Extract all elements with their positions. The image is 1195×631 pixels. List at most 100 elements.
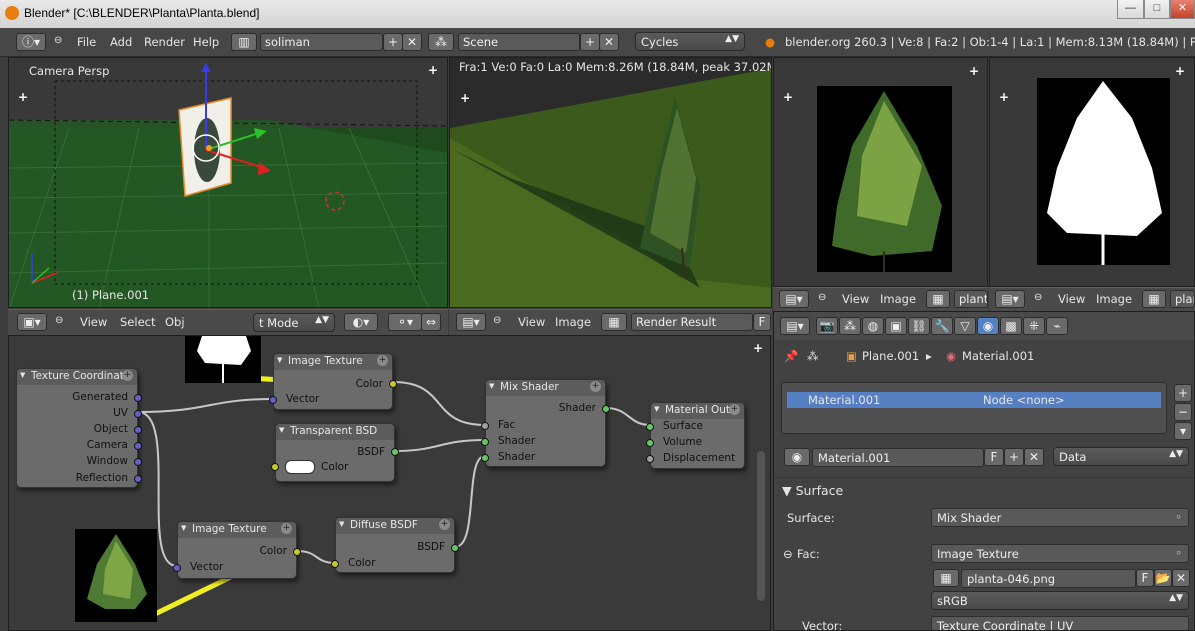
output-socket[interactable] bbox=[134, 426, 142, 434]
input-socket[interactable] bbox=[331, 560, 339, 568]
material-slots-list[interactable]: Material.001 Node <none> bbox=[781, 382, 1167, 434]
split-area-icon[interactable]: + bbox=[460, 92, 470, 104]
node-image-texture-1[interactable]: Image Texture + Color Vector bbox=[269, 353, 397, 410]
image-editor-1[interactable]: + + bbox=[773, 57, 988, 287]
input-socket[interactable] bbox=[173, 564, 181, 572]
material-add-button[interactable]: + bbox=[1004, 448, 1024, 466]
fake-user-button[interactable]: F bbox=[753, 313, 771, 331]
breadcrumb-object[interactable]: Plane.001 bbox=[862, 349, 919, 363]
node-material-output[interactable]: Material Out+ Surface Volume Displacemen… bbox=[646, 402, 745, 469]
image2-name-field[interactable]: plar bbox=[1170, 290, 1195, 308]
input-socket[interactable] bbox=[481, 422, 489, 430]
output-socket[interactable] bbox=[391, 448, 399, 456]
image1-menu-image[interactable]: Image bbox=[880, 292, 916, 306]
collapse-icon[interactable]: ⊖ bbox=[818, 292, 826, 303]
image-fake-user-button[interactable]: F bbox=[1136, 569, 1154, 587]
image-browse-icon[interactable]: ▦ bbox=[601, 313, 627, 331]
split-area-icon[interactable]: + bbox=[783, 91, 793, 103]
output-socket[interactable] bbox=[134, 410, 142, 418]
material-browse-icon[interactable]: ◉ bbox=[784, 448, 810, 466]
slot-menu-button[interactable]: ▾ bbox=[1174, 422, 1192, 440]
split-area-icon[interactable]: + bbox=[969, 65, 979, 77]
scene-icon[interactable]: ⁂ bbox=[428, 33, 454, 51]
node-preview-icon[interactable]: + bbox=[590, 381, 601, 392]
render-tab-icon[interactable]: 📷 bbox=[816, 317, 838, 335]
render-menu-image[interactable]: Image bbox=[555, 315, 591, 329]
screen-layout-icon[interactable]: ▥ bbox=[231, 33, 257, 51]
input-socket[interactable] bbox=[269, 396, 277, 404]
image-browse-icon[interactable]: ▦ bbox=[926, 290, 950, 308]
scene-tab-icon[interactable]: ⁂ bbox=[839, 317, 861, 335]
add-screen-button[interactable]: + bbox=[383, 33, 403, 51]
image-browse-icon[interactable]: ▦ bbox=[933, 569, 959, 587]
menu-add[interactable]: Add bbox=[110, 35, 132, 49]
pin-icon[interactable]: 📌 bbox=[784, 349, 798, 363]
scene-field[interactable]: Scene bbox=[458, 33, 580, 51]
split-area-icon[interactable]: + bbox=[1175, 65, 1185, 77]
input-socket[interactable] bbox=[481, 454, 489, 462]
modifiers-tab-icon[interactable]: 🔧 bbox=[931, 317, 953, 335]
fac-collapse-icon[interactable]: ⊖ bbox=[783, 547, 793, 561]
breadcrumb-material[interactable]: Material.001 bbox=[962, 349, 1034, 363]
mode-select[interactable]: t Mode ▲▼ bbox=[253, 313, 335, 332]
collapse-icon[interactable]: ⊖ bbox=[55, 315, 63, 326]
node-mix-shader[interactable]: Mix Shader + Shader Fac Shader Shader bbox=[481, 379, 610, 467]
render-view[interactable]: Fra:1 Ve:0 Fa:0 La:0 Mem:8.26M (18.84M, … bbox=[449, 57, 772, 308]
output-socket[interactable] bbox=[451, 544, 459, 552]
manipulator-icon[interactable]: ⇔ bbox=[421, 313, 441, 331]
surface-shader-button[interactable]: Mix Shader ◦ bbox=[931, 508, 1189, 527]
render-result-field[interactable]: Render Result bbox=[631, 313, 753, 331]
screen-layout-field[interactable]: soliman bbox=[260, 33, 383, 51]
editor-type-info-icon[interactable]: ⓘ▾ bbox=[16, 33, 46, 51]
input-socket[interactable] bbox=[646, 423, 654, 431]
output-socket[interactable] bbox=[134, 442, 142, 450]
collapse-icon[interactable]: ⊖ bbox=[493, 315, 501, 326]
viewport-menu-object[interactable]: Obj bbox=[165, 315, 185, 329]
editor-type-image-icon[interactable]: ▤▾ bbox=[456, 313, 486, 331]
add-slot-button[interactable]: + bbox=[1174, 384, 1192, 402]
viewport-3d[interactable]: Camera Persp + + (1) Plane.001 bbox=[8, 57, 448, 308]
output-socket[interactable] bbox=[134, 458, 142, 466]
image2-menu-image[interactable]: Image bbox=[1096, 292, 1132, 306]
split-area-icon[interactable]: + bbox=[18, 91, 28, 103]
render-engine-select[interactable]: Cycles ▲▼ bbox=[635, 32, 745, 51]
maximize-button[interactable]: □ bbox=[1144, 0, 1170, 19]
output-socket[interactable] bbox=[134, 475, 142, 483]
input-socket[interactable] bbox=[646, 455, 654, 463]
viewport-menu-select[interactable]: Select bbox=[120, 315, 155, 329]
material-name-field[interactable]: Material.001 bbox=[812, 448, 984, 467]
node-preview-icon[interactable]: + bbox=[377, 355, 388, 366]
image-browse-icon[interactable]: ▦ bbox=[1142, 290, 1166, 308]
particles-tab-icon[interactable]: ⁜ bbox=[1023, 317, 1045, 335]
object-tab-icon[interactable]: ▣ bbox=[885, 317, 907, 335]
texture-tab-icon[interactable]: ▩ bbox=[1000, 317, 1022, 335]
constraints-tab-icon[interactable]: ⛓ bbox=[908, 317, 930, 335]
output-socket[interactable] bbox=[134, 394, 142, 402]
collapse-icon[interactable]: ⊖ bbox=[54, 35, 62, 46]
editor-type-image-icon[interactable]: ▤▾ bbox=[779, 290, 809, 308]
split-area-icon[interactable]: + bbox=[428, 64, 438, 76]
output-socket[interactable] bbox=[389, 380, 397, 388]
world-tab-icon[interactable]: ◍ bbox=[862, 317, 884, 335]
remove-scene-button[interactable]: ✕ bbox=[599, 33, 619, 51]
render-menu-view[interactable]: View bbox=[518, 315, 545, 329]
image1-menu-view[interactable]: View bbox=[842, 292, 869, 306]
material-slot-row[interactable]: Material.001 Node <none> bbox=[787, 392, 1161, 408]
pivot-select-icon[interactable]: ⚬▾ bbox=[388, 313, 422, 331]
menu-file[interactable]: File bbox=[77, 35, 96, 49]
add-scene-button[interactable]: + bbox=[580, 33, 600, 51]
shading-select-icon[interactable]: ◐▾ bbox=[344, 313, 378, 331]
node-editor[interactable]: + Texture Coordinat+ Generated UV Object… bbox=[8, 335, 771, 631]
split-area-icon[interactable]: + bbox=[999, 91, 1009, 103]
surface-panel-toggle[interactable]: ▼ Surface bbox=[782, 483, 843, 498]
color-space-select[interactable]: sRGB ▲▼ bbox=[931, 591, 1189, 610]
node-texture-coordinate[interactable]: Texture Coordinat+ Generated UV Object C… bbox=[16, 368, 142, 488]
menu-render[interactable]: Render bbox=[144, 35, 185, 49]
data-tab-icon[interactable]: ▽ bbox=[954, 317, 976, 335]
collapse-icon[interactable]: ⊖ bbox=[1034, 292, 1042, 303]
editor-type-image-icon[interactable]: ▤▾ bbox=[995, 290, 1025, 308]
node-preview-icon[interactable]: + bbox=[122, 370, 133, 381]
color-swatch[interactable] bbox=[285, 460, 315, 474]
node-transparent-bsdf[interactable]: Transparent BSD BSDF Color bbox=[271, 423, 399, 482]
close-window-button[interactable]: ✕ bbox=[1170, 0, 1195, 19]
